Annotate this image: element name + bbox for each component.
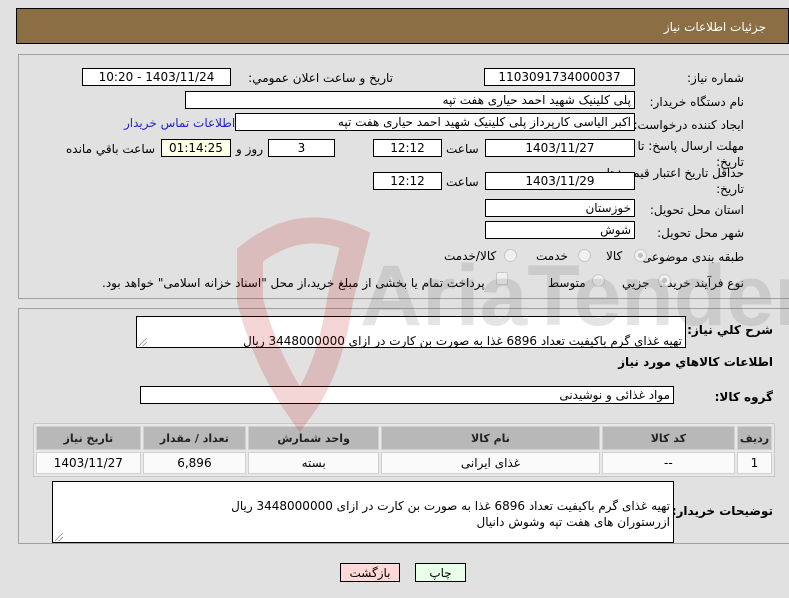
remaining-time-field: 01:14:25 [161,139,231,157]
summary-textarea[interactable]: تهیه غذای گرم باکیفیت تعداد 6896 غذا به … [136,316,686,348]
col-header-quantity: تعداد / مقدار [142,426,247,450]
col-header-need-date: تاریخ نیاز [36,426,141,450]
col-header-unit: واحد شمارش [248,426,380,450]
back-button[interactable]: بازگشت [340,563,400,582]
buyer-notes-label: توضیحات خریدار: [671,504,773,518]
price-validity-time: 12:12 [373,172,442,190]
remaining-time-label: ساعت باقي مانده [66,142,156,156]
category-option-goods-service: کالا/خدمت [444,249,497,263]
requester-label: ایجاد کننده درخواست: [633,118,744,132]
summary-label: شرح کلي نیاز: [687,323,773,337]
delivery-city-field: شوش [485,221,635,239]
requester-field: اکبر الیاسی کارپرداز پلی کلینیک شهید احم… [235,113,635,131]
price-validity-date: 1403/11/29 [485,172,635,190]
delivery-city-label: شهر محل تحویل: [657,226,744,240]
treasury-payment-checkbox[interactable] [496,272,508,285]
col-header-name: نام کالا [381,426,600,450]
goods-table: ردیف کد کالا نام کالا واحد شمارش تعداد /… [33,423,775,477]
buyer-contact-link[interactable]: اطلاعات تماس خریدار [124,116,235,130]
need-number-field: 1103091734000037 [484,68,635,86]
purchase-type-option-minor: جزیي [622,276,650,290]
delivery-province-field: خوزستان [485,199,635,217]
remaining-days-field: 3 [268,139,335,157]
resize-grip-icon[interactable] [139,338,147,346]
category-option-goods: کالا [606,249,623,263]
col-header-code: کد کالا [601,426,735,450]
purchase-type-option-medium: متوسط [548,276,586,290]
need-number-label: شماره نیاز: [687,71,744,85]
cell-code: -- [601,452,735,474]
announce-datetime-field: 1403/11/24 - 10:20 [82,68,231,86]
goods-section-title: اطلاعات کالاهاي مورد نیاز [618,355,773,369]
page-title-bar: جزئیات اطلاعات نیاز [16,8,789,44]
buyer-notes-textarea[interactable]: تهیه غذای گرم باکیفیت تعداد 6896 غذا به … [52,481,674,543]
cell-unit: بسته [248,452,380,474]
category-radio-service[interactable] [578,249,591,262]
treasury-payment-label: پرداخت تمام یا بخشی از مبلغ خرید،از محل … [102,276,485,290]
delivery-province-label: استان محل تحویل: [649,203,744,217]
announce-datetime-label: تاریخ و ساعت اعلان عمومي: [248,71,393,85]
category-option-service: خدمت [536,249,568,263]
buyer-org-label: نام دستگاه خریدار: [649,95,745,109]
response-time-label: ساعت [446,142,479,156]
col-header-row: ردیف [736,426,772,450]
buyer-org-field: پلی کلینیک شهید احمد حیاری هفت تپه [185,91,635,109]
purchase-type-radio-medium[interactable] [592,274,605,287]
cell-name: غذای ایرانی [381,452,600,474]
print-button[interactable]: چاپ [415,563,466,582]
purchase-type-label: نوع فرآیند خرید : [659,276,744,290]
category-radio-goods-service[interactable] [504,249,517,262]
goods-group-field: مواد غذائی و نوشیدنی [140,386,674,404]
page-title: جزئیات اطلاعات نیاز [663,20,766,34]
cell-quantity: 6,896 [142,452,247,474]
days-label: روز و [236,142,263,156]
buyer-notes-text: تهیه غذای گرم باکیفیت تعداد 6896 غذا به … [231,499,670,529]
response-deadline-time: 12:12 [373,139,442,157]
cell-need-date: 1403/11/27 [36,452,141,474]
goods-table-header: ردیف کد کالا نام کالا واحد شمارش تعداد /… [36,426,772,450]
resize-grip-icon[interactable] [55,533,63,541]
category-radio-goods[interactable] [634,249,647,262]
category-label: طبقه بندی موضوعی: [637,250,744,264]
response-deadline-date: 1403/11/27 [485,139,635,157]
price-validity-time-label: ساعت [446,175,479,189]
summary-text: تهیه غذای گرم باکیفیت تعداد 6896 غذا به … [243,334,682,348]
cell-row: 1 [736,452,772,474]
table-row: 1 -- غذای ایرانی بسته 6,896 1403/11/27 [36,452,772,474]
purchase-type-radio-minor[interactable] [658,274,671,287]
goods-group-label: گروه کالا: [714,390,773,404]
